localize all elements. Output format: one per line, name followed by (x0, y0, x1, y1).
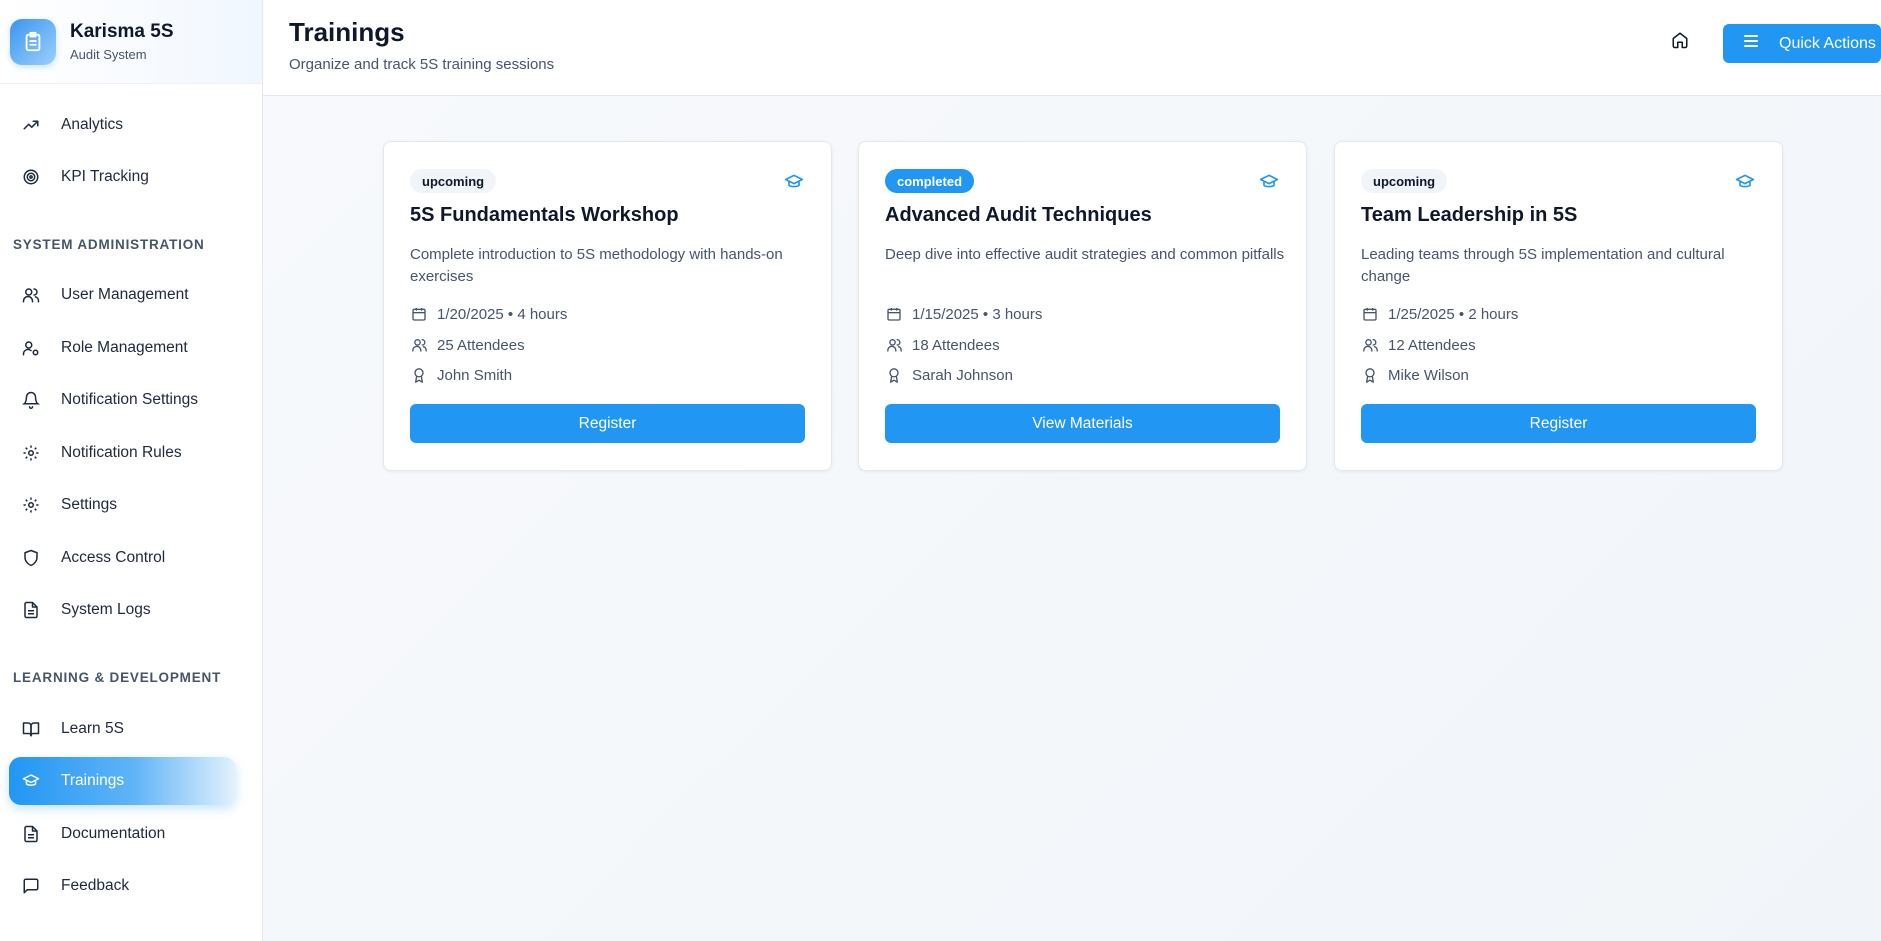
calendar-icon (885, 305, 903, 323)
gear-icon (22, 444, 40, 462)
clipboard-icon (10, 18, 56, 65)
users-icon (410, 336, 428, 354)
sidebar-item-label: Documentation (61, 825, 166, 842)
attendees-text: 12 Attendees (1388, 336, 1476, 354)
sidebar-item-label: Access Control (61, 549, 166, 566)
menu-icon (1743, 34, 1759, 53)
users-icon (22, 286, 40, 304)
training-schedule: 1/25/2025 • 2 hours (1361, 305, 1518, 323)
sidebar-item-feedback[interactable]: Feedback (9, 862, 236, 910)
training-title: Advanced Audit Techniques (885, 204, 1152, 226)
shield-icon (22, 549, 40, 567)
attendees-text: 18 Attendees (912, 336, 1000, 354)
schedule-text: 1/15/2025 • 3 hours (912, 305, 1043, 323)
training-title: 5S Fundamentals Workshop (410, 204, 679, 226)
graduation-cap-icon (783, 172, 805, 192)
training-description: Complete introduction to 5S methodology … (410, 246, 783, 285)
home-icon (1671, 31, 1689, 54)
file-text-icon (22, 825, 40, 843)
quick-actions-label: Quick Actions (1779, 34, 1876, 52)
sidebar-item-settings[interactable]: Settings (9, 481, 236, 529)
sidebar-item-label: KPI Tracking (61, 168, 149, 185)
target-icon (22, 168, 40, 186)
sidebar-item-trainings[interactable]: Trainings (9, 757, 236, 805)
sidebar-item-label: Role Management (61, 339, 188, 356)
page-title: Trainings (289, 17, 405, 47)
training-instructor: John Smith (410, 366, 512, 384)
user-cog-icon (22, 339, 40, 357)
message-square-icon (22, 877, 40, 895)
attendees-text: 25 Attendees (437, 336, 525, 354)
sidebar-item-analytics[interactable]: Analytics (9, 101, 236, 149)
sidebar-item-label: System Logs (61, 601, 151, 618)
status-badge: upcoming (410, 169, 497, 193)
sidebar-item-label: Settings (61, 496, 118, 513)
users-icon (1361, 336, 1379, 354)
app-subtitle: Audit System (70, 47, 147, 62)
sidebar-item-label: Analytics (61, 116, 124, 133)
app-name: Karisma 5S (70, 21, 174, 42)
sidebar-item-access-control[interactable]: Access Control (9, 534, 236, 582)
quick-actions-button[interactable]: Quick Actions (1723, 24, 1881, 63)
training-card: upcoming 5S Fundamentals Workshop Comple… (383, 141, 832, 471)
file-text-icon (22, 601, 40, 619)
brand[interactable]: Karisma 5S Audit System (0, 0, 262, 84)
sidebar-item-learn-5s[interactable]: Learn 5S (9, 705, 236, 753)
training-description: Leading teams through 5S implementation … (1361, 246, 1725, 285)
section-title-system-administration: SYSTEM ADMINISTRATION (13, 237, 205, 252)
schedule-text: 1/20/2025 • 4 hours (437, 305, 568, 323)
sidebar-item-notification-rules[interactable]: Notification Rules (9, 429, 236, 477)
instructor-text: Sarah Johnson (912, 366, 1013, 384)
sidebar-item-kpi-tracking[interactable]: KPI Tracking (9, 153, 236, 201)
sidebar-item-documentation[interactable]: Documentation (9, 810, 236, 858)
training-instructor: Sarah Johnson (885, 366, 1013, 384)
users-icon (885, 336, 903, 354)
sidebar-item-label: User Management (61, 286, 189, 303)
graduation-cap-icon (1258, 172, 1280, 192)
training-card: completed Advanced Audit Techniques Deep… (858, 141, 1307, 471)
page-subtitle: Organize and track 5S training sessions (289, 56, 555, 73)
training-attendees: 25 Attendees (410, 336, 525, 354)
sidebar-item-system-logs[interactable]: System Logs (9, 586, 236, 634)
training-description: Deep dive into effective audit strategie… (885, 246, 1285, 263)
sidebar-item-user-management[interactable]: User Management (9, 271, 236, 319)
training-instructor: Mike Wilson (1361, 366, 1469, 384)
graduation-cap-icon (22, 772, 40, 790)
gear-icon (22, 496, 40, 514)
register-button[interactable]: Register (1361, 404, 1756, 443)
instructor-text: Mike Wilson (1388, 366, 1469, 384)
schedule-text: 1/25/2025 • 2 hours (1388, 305, 1519, 323)
training-schedule: 1/20/2025 • 4 hours (410, 305, 567, 323)
home-button[interactable] (1668, 30, 1692, 54)
sidebar-item-role-management[interactable]: Role Management (9, 324, 236, 372)
sidebar-item-label: Trainings (61, 772, 125, 789)
calendar-icon (410, 305, 428, 323)
training-attendees: 18 Attendees (885, 336, 1000, 354)
award-icon (885, 366, 903, 384)
training-attendees: 12 Attendees (1361, 336, 1476, 354)
training-schedule: 1/15/2025 • 3 hours (885, 305, 1042, 323)
section-title-learning-development: LEARNING & DEVELOPMENT (13, 670, 222, 685)
sidebar: Karisma 5S Audit System Analytics KPI Tr… (0, 0, 263, 941)
sidebar-item-label: Notification Rules (61, 444, 182, 461)
training-title: Team Leadership in 5S (1361, 204, 1578, 226)
sidebar-item-notification-settings[interactable]: Notification Settings (9, 376, 236, 424)
training-card: upcoming Team Leadership in 5S Leading t… (1334, 141, 1783, 471)
instructor-text: John Smith (437, 366, 513, 384)
page-header: Trainings Organize and track 5S training… (263, 0, 1881, 96)
status-badge: upcoming (1361, 169, 1448, 193)
trending-up-icon (22, 116, 40, 134)
calendar-icon (1361, 305, 1379, 323)
sidebar-item-label: Learn 5S (61, 720, 124, 737)
status-badge: completed (885, 169, 975, 193)
book-open-icon (22, 720, 40, 738)
view-materials-button[interactable]: View Materials (885, 404, 1280, 443)
award-icon (410, 366, 428, 384)
bell-icon (22, 391, 40, 409)
award-icon (1361, 366, 1379, 384)
sidebar-item-label: Feedback (61, 877, 130, 894)
sidebar-item-label: Notification Settings (61, 391, 198, 408)
register-button[interactable]: Register (410, 404, 805, 443)
graduation-cap-icon (1734, 172, 1756, 192)
